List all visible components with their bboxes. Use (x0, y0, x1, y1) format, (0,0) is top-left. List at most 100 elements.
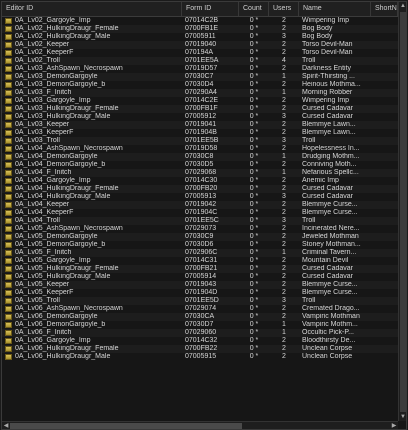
cell-editor-id: 0A_Lv02_Gargoyle_Imp (2, 17, 182, 25)
cell-count: 0 * (249, 33, 259, 40)
cell-name: Anemic Imp (302, 177, 339, 184)
table-row[interactable]: 0A_Lv06_DemonGargoyle 07030CA 0 * 2 Vampiric… (2, 313, 398, 321)
table-row[interactable]: 0A_Lv03_AshSpawn_Necrospawn 07019D57 0 * 2 D… (2, 65, 398, 73)
cell-count: 0 * (249, 313, 259, 320)
cell-form-id: 07030D5 (185, 161, 214, 168)
cell-users: 2 (282, 161, 286, 168)
table-row[interactable]: 0A_Lv02_KeeperF 070194A 0 * 2 Torso Devil-Ma… (2, 49, 398, 57)
editor-id-text: 0A_Lv05_DemonGargoyle (15, 233, 98, 240)
table-row[interactable]: 0A_Lv03_Keeper 07019041 0 * 2 Blemmye Lawn..… (2, 121, 398, 129)
table-row[interactable]: 0A_Lv04_Keeper 07019042 0 * 2 Blemmye Curse.… (2, 201, 398, 209)
column-header-form-id[interactable]: Form ID (182, 2, 239, 16)
form-record-icon (5, 58, 12, 64)
table-row[interactable]: 0A_Lv05_HulkingDraugr_Male 07005914 0 * 2 Cu… (2, 273, 398, 281)
table-row[interactable]: 0A_Lv02_Troll 0701EE5A 0 * 4 Troll (2, 57, 398, 65)
table-row[interactable]: 0A_Lv04_HulkingDraugr_Male 07005913 0 * 3 Cu… (2, 193, 398, 201)
table-row[interactable]: 0A_Lv03_HulkingDraugr_Female 0700FB1F 0 * 2… (2, 105, 398, 113)
table-row[interactable]: 0A_Lv06_F_Initch 07029060 0 * 1 Occultic Pic… (2, 329, 398, 337)
cell-short-name (371, 209, 398, 217)
cell-editor-id: 0A_Lv06_AshSpawn_Necrospawn (2, 305, 182, 313)
editor-id-text: 0A_Lv02_Keeper (15, 41, 70, 48)
scroll-left-icon[interactable]: ◀ (2, 422, 10, 429)
table-row[interactable]: 0A_Lv06_DemonGargoyle_b 07030D7 0 * 1 Vampir… (2, 321, 398, 329)
horizontal-scroll-thumb[interactable] (10, 423, 242, 429)
column-header-editor-id[interactable]: Editor ID (2, 2, 182, 16)
table-row[interactable]: 0A_Lv04_DemonGargoyle 07030C8 0 * 1 Drudging… (2, 153, 398, 161)
cell-name: Darkness Entity (302, 65, 352, 72)
editor-id-text: 0A_Lv03_KeeperF (15, 129, 74, 136)
table-row[interactable]: 0A_Lv02_Keeper 07019040 0 * 2 Torso Devil-Ma… (2, 41, 398, 49)
table-row[interactable]: 0A_Lv03_DemonGargoyle_b 07030D4 0 * 2 Heinou… (2, 81, 398, 89)
table-row[interactable]: 0A_Lv06_AshSpawn_Necrospawn 07029074 0 * 2 C… (2, 305, 398, 313)
cell-editor-id: 0A_Lv03_KeeperF (2, 129, 182, 137)
table-row[interactable]: 0A_Lv04_Troll 0701EE5C 0 * 3 Troll (2, 217, 398, 225)
column-header-short-name[interactable]: ShortN... (371, 2, 398, 16)
table-row[interactable]: 0A_Lv05_Keeper 07019043 0 * 2 Blemmye Curse.… (2, 281, 398, 289)
cell-count: 0 * (249, 97, 259, 104)
cell-count: 0 * (249, 337, 259, 344)
column-header-name[interactable]: Name (299, 2, 371, 16)
table-row[interactable]: 0A_Lv03_DemonGargoyle 07030C7 0 * 1 Spirit-T… (2, 73, 398, 81)
table-row[interactable]: 0A_Lv05_Gargoyle_Imp 07014C31 0 * 2 Mountain… (2, 257, 398, 265)
column-header-count[interactable]: Count (239, 2, 269, 16)
table-row[interactable]: 0A_Lv03_HulkingDraugr_Male 07005912 0 * 3 Cu… (2, 113, 398, 121)
form-record-icon (5, 314, 12, 320)
cell-count: 0 * (249, 353, 259, 360)
table-row[interactable]: 0A_Lv04_HulkingDraugr_Female 0700FB20 0 * 2… (2, 185, 398, 193)
table-row[interactable]: 0A_Lv06_Gargoyle_Imp 07014C32 0 * 2 Bloodthi… (2, 337, 398, 345)
cell-name: Cursed Cadavar (302, 105, 353, 112)
table-row[interactable]: 0A_Lv03_F_Initch 070290A4 0 * 1 Morning Robb… (2, 89, 398, 97)
table-row[interactable]: 0A_Lv05_Troll 0701EE5D 0 * 3 Troll (2, 297, 398, 305)
table-row[interactable]: 0A_Lv03_KeeperF 0701904B 0 * 2 Blemmye Lawn.… (2, 129, 398, 137)
table-row[interactable]: 0A_Lv05_AshSpawn_Necrospawn 07029073 0 * 2 I… (2, 225, 398, 233)
horizontal-scrollbar[interactable]: ◀ ▶ (2, 421, 398, 429)
editor-id-text: 0A_Lv04_DemonGargoyle_b (15, 161, 106, 168)
editor-id-text: 0A_Lv05_HulkingDraugr_Male (15, 273, 111, 280)
cell-form-id: 07014C32 (185, 337, 218, 344)
table-row[interactable]: 0A_Lv03_Gargoyle_Imp 07014C2E 0 * 2 Wimperin… (2, 97, 398, 105)
table-row[interactable]: 0A_Lv04_AshSpawn_Necrospawn 07019D58 0 * 2 H… (2, 145, 398, 153)
cell-users: 4 (282, 57, 286, 64)
cell-name: Nefarious Spellc... (302, 169, 359, 176)
column-header-users[interactable]: Users (269, 2, 299, 16)
table-row[interactable]: 0A_Lv02_HulkingDraugr_Male 07005911 0 * 3 Bo… (2, 33, 398, 41)
cell-count: 0 * (249, 41, 259, 48)
table-row[interactable]: 0A_Lv03_Troll 0701EE5B 0 * 3 Troll (2, 137, 398, 145)
table-row[interactable]: 0A_Lv05_F_Initch 0702906C 0 * 1 Criminal Tav… (2, 249, 398, 257)
cell-name: Bog Body (302, 33, 333, 40)
cell-count: 0 * (249, 265, 259, 272)
cell-count: 0 * (249, 153, 259, 160)
table-row[interactable]: 0A_Lv04_KeeperF 0701904C 0 * 2 Blemmye Curse… (2, 209, 398, 217)
table-row[interactable]: 0A_Lv06_HulkingDraugr_Male 07005915 0 * 2 Un… (2, 353, 398, 361)
table-row[interactable]: 0A_Lv02_HulkingDraugr_Female 0700FB1E 0 * 2… (2, 25, 398, 33)
table-row[interactable]: 0A_Lv05_HulkingDraugr_Female 0700FB21 0 * 2… (2, 265, 398, 273)
table-row[interactable]: 0A_Lv04_Gargoyle_Imp 07014C30 0 * 2 Anemic I… (2, 177, 398, 185)
table-row[interactable]: 0A_Lv05_DemonGargoyle 07030C9 0 * 2 Jeweled … (2, 233, 398, 241)
editor-id-text: 0A_Lv04_HulkingDraugr_Male (15, 193, 111, 200)
editor-id-text: 0A_Lv03_DemonGargoyle_b (15, 81, 106, 88)
cell-short-name (371, 217, 398, 225)
form-record-icon (5, 82, 12, 88)
form-record-icon (5, 170, 12, 176)
table-row[interactable]: 0A_Lv02_Gargoyle_Imp 07014C2B 0 * 2 Wimperin… (2, 17, 398, 25)
scroll-down-icon[interactable]: ▼ (399, 413, 406, 421)
table-row[interactable]: 0A_Lv06_HulkingDraugr_Female 0700FB22 0 * 2… (2, 345, 398, 353)
scroll-right-icon[interactable]: ▶ (390, 422, 398, 429)
cell-name: Unclean Corpse (302, 353, 353, 360)
cell-form-id: 0700FB1E (185, 25, 219, 32)
table-row[interactable]: 0A_Lv05_KeeperF 0701904D 0 * 2 Blemmye Curse… (2, 289, 398, 297)
editor-id-text: 0A_Lv04_HulkingDraugr_Female (15, 185, 119, 192)
scroll-up-icon[interactable]: ▲ (399, 2, 406, 10)
cell-count: 0 * (249, 105, 259, 112)
table-row[interactable]: 0A_Lv04_F_Initch 07029068 0 * 1 Nefarious Sp… (2, 169, 398, 177)
cell-users: 2 (282, 97, 286, 104)
table-row[interactable]: 0A_Lv05_DemonGargoyle_b 07030D6 0 * 2 Stoney… (2, 241, 398, 249)
cell-name: Incinerated Nere... (302, 225, 360, 232)
vertical-scroll-thumb[interactable] (400, 12, 406, 412)
cell-name: Cursed Cadavar (302, 193, 353, 200)
form-record-icon (5, 282, 12, 288)
table-row[interactable]: 0A_Lv04_DemonGargoyle_b 07030D5 0 * 2 Conniv… (2, 161, 398, 169)
vertical-scrollbar[interactable]: ▲ ▼ (398, 2, 406, 421)
cell-editor-id: 0A_Lv03_Keeper (2, 121, 182, 129)
cell-count: 0 * (249, 201, 259, 208)
